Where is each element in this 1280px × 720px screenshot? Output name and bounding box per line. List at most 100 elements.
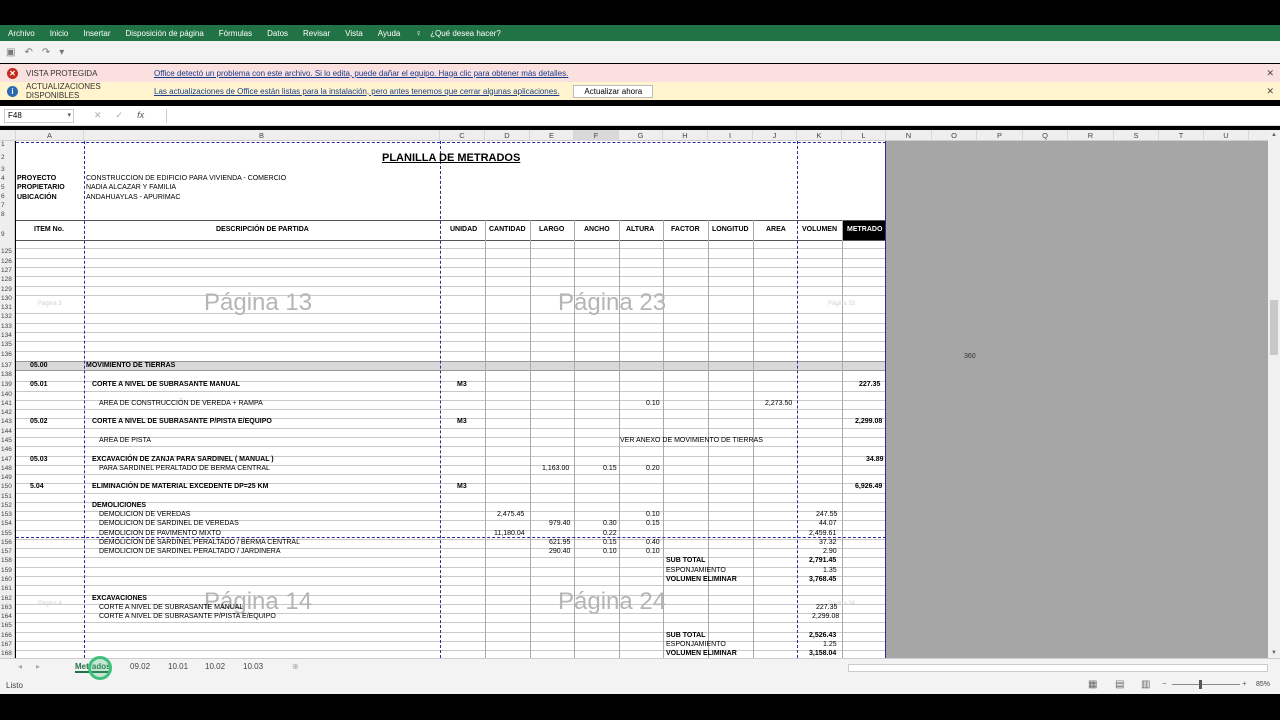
protected-view-message[interactable]: Office detectó un problema con este arch… (154, 69, 568, 78)
column-header[interactable]: Q (1023, 130, 1068, 141)
row-header[interactable]: 135 (0, 341, 14, 348)
tab-09-02[interactable]: 09.02 (130, 662, 150, 671)
row-header[interactable]: 125 (0, 248, 14, 255)
column-header[interactable]: F (574, 130, 619, 141)
row-header[interactable]: 158 (0, 557, 14, 564)
row-header[interactable]: 138 (0, 371, 14, 378)
column-header[interactable]: L (842, 130, 886, 141)
row-header[interactable]: 129 (0, 286, 14, 293)
row-header[interactable]: 157 (0, 548, 14, 555)
zoom-slider[interactable] (1172, 684, 1240, 685)
tab-prev-icon[interactable]: ◂ (18, 662, 22, 671)
row-header[interactable]: 167 (0, 641, 14, 648)
row-header[interactable]: 163 (0, 604, 14, 611)
menu-insertar[interactable]: Insertar (83, 29, 110, 38)
column-header[interactable]: I (708, 130, 753, 141)
scroll-up-icon[interactable]: ▲ (1271, 132, 1277, 138)
out-of-print-area[interactable]: 360 (886, 141, 1268, 658)
tab-10-01[interactable]: 10.01 (168, 662, 188, 671)
zoom-out-icon[interactable]: − (1162, 679, 1167, 688)
save-icon[interactable]: ▣ (6, 47, 15, 58)
row-header[interactable]: 134 (0, 332, 14, 339)
column-header[interactable]: N (886, 130, 932, 141)
column-header[interactable]: D (485, 130, 530, 141)
row-header[interactable]: 143 (0, 418, 14, 425)
row-header[interactable]: 130 (0, 295, 14, 302)
row-header[interactable]: 153 (0, 511, 14, 518)
tell-me-search[interactable]: ¿Qué desea hacer? (430, 29, 501, 38)
tab-10-03[interactable]: 10.03 (243, 662, 263, 671)
row-header[interactable]: 127 (0, 267, 14, 274)
menu-ayuda[interactable]: Ayuda (378, 29, 401, 38)
row-header[interactable]: 139 (0, 381, 14, 388)
row-header[interactable]: 136 (0, 351, 14, 358)
row-header[interactable]: 149 (0, 474, 14, 481)
select-all-corner[interactable] (0, 130, 16, 141)
column-header[interactable]: B (84, 130, 440, 141)
undo-icon[interactable]: ↶ (24, 47, 32, 58)
row-header[interactable]: 160 (0, 576, 14, 583)
customize-icon[interactable]: ▾ (59, 47, 64, 58)
row-header[interactable]: 126 (0, 258, 14, 265)
column-header[interactable]: K (797, 130, 842, 141)
column-header[interactable]: R (1068, 130, 1114, 141)
row-header[interactable]: 156 (0, 539, 14, 546)
row-header[interactable]: 154 (0, 520, 14, 527)
page-layout-icon[interactable]: ▤ (1115, 679, 1124, 690)
row-header[interactable]: 131 (0, 304, 14, 311)
name-box[interactable]: F48 (4, 108, 74, 123)
column-header[interactable]: J (753, 130, 797, 141)
row-header[interactable]: 144 (0, 428, 14, 435)
formula-input[interactable] (166, 108, 1274, 123)
column-header[interactable]: O (932, 130, 977, 141)
add-sheet-icon[interactable]: ⊕ (292, 662, 299, 671)
row-header[interactable]: 168 (0, 650, 14, 657)
row-header[interactable]: 6 (0, 193, 14, 200)
worksheet-grid[interactable]: Página 13 Página 23 Página 14 Página 24 … (16, 141, 886, 658)
column-header[interactable]: G (619, 130, 663, 141)
row-header[interactable]: 1 (0, 141, 14, 148)
zoom-level[interactable]: 85% (1256, 681, 1270, 688)
row-header[interactable]: 133 (0, 323, 14, 330)
check-icon[interactable]: ✓ (116, 110, 124, 121)
row-header[interactable]: 164 (0, 613, 14, 620)
row-header[interactable]: 151 (0, 493, 14, 500)
scroll-down-icon[interactable]: ▼ (1271, 650, 1277, 656)
column-header[interactable]: T (1159, 130, 1204, 141)
close-icon[interactable]: ✕ (1266, 68, 1274, 79)
row-header[interactable]: 4 (0, 175, 14, 182)
normal-view-icon[interactable]: ▦ (1088, 679, 1097, 690)
row-header[interactable]: 140 (0, 391, 14, 398)
menu-formulas[interactable]: Fórmulas (219, 29, 252, 38)
column-header[interactable]: H (663, 130, 708, 141)
row-header[interactable]: 132 (0, 313, 14, 320)
column-header[interactable]: S (1114, 130, 1159, 141)
function-icon[interactable]: fx (137, 110, 144, 121)
row-header[interactable]: 7 (0, 202, 14, 209)
row-header[interactable]: 128 (0, 276, 14, 283)
row-header[interactable]: 162 (0, 595, 14, 602)
row-header[interactable]: 150 (0, 483, 14, 490)
row-header[interactable]: 166 (0, 632, 14, 639)
column-header[interactable]: E (530, 130, 574, 141)
row-header[interactable]: 155 (0, 530, 14, 537)
tab-10-02[interactable]: 10.02 (205, 662, 225, 671)
row-header[interactable]: 8 (0, 211, 14, 218)
row-header[interactable]: 137 (0, 362, 14, 369)
menu-vista[interactable]: Vista (345, 29, 363, 38)
menu-disposicion[interactable]: Disposición de página (126, 29, 204, 38)
row-header[interactable]: 161 (0, 585, 14, 592)
menu-datos[interactable]: Datos (267, 29, 288, 38)
row-header[interactable]: 9 (0, 231, 14, 238)
horizontal-scrollbar[interactable] (848, 664, 1268, 672)
row-header[interactable]: 152 (0, 502, 14, 509)
cancel-icon[interactable]: ✕ (94, 110, 102, 121)
vertical-scrollbar[interactable]: ▲ ▼ (1268, 130, 1280, 658)
row-header[interactable]: 3 (0, 166, 14, 173)
column-header[interactable]: U (1204, 130, 1249, 141)
row-header[interactable]: 141 (0, 400, 14, 407)
column-header[interactable]: P (977, 130, 1023, 141)
row-header[interactable]: 159 (0, 567, 14, 574)
row-header[interactable]: 148 (0, 465, 14, 472)
tab-next-icon[interactable]: ▸ (36, 662, 40, 671)
